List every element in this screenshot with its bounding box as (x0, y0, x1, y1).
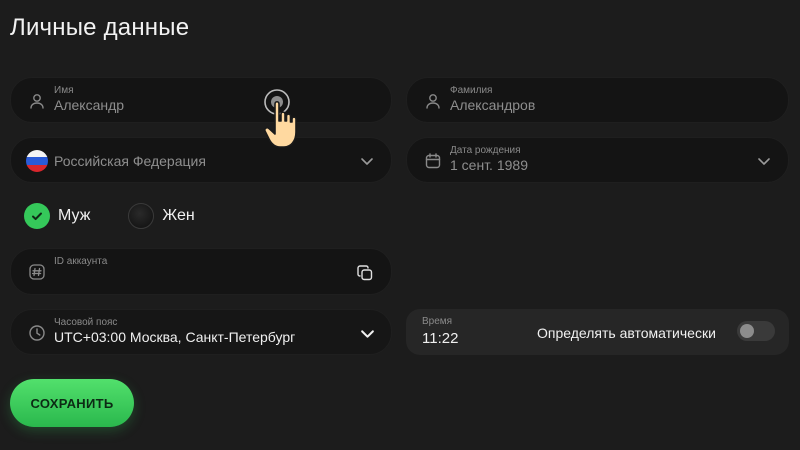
auto-detect-label: Определять автоматически (537, 325, 716, 341)
user-icon (27, 91, 47, 111)
time-value: 11:22 (422, 330, 459, 347)
country-select[interactable]: Российская Федерация (10, 137, 392, 183)
chevron-down-icon[interactable] (357, 151, 377, 171)
user-icon (423, 91, 443, 111)
copy-icon[interactable] (355, 263, 375, 283)
timezone-label: Часовой пояс (54, 317, 118, 328)
birth-date-label: Дата рождения (450, 145, 521, 156)
time-panel: Время 11:22 Определять автоматически (406, 309, 789, 355)
last-name-label: Фамилия (450, 85, 493, 96)
timezone-value: UTC+03:00 Москва, Санкт-Петербург (54, 329, 296, 345)
time-label: Время (422, 316, 453, 327)
hand-pointer-icon (258, 88, 318, 158)
first-name-field[interactable]: Имя Александр (10, 77, 392, 123)
toggle-knob (740, 324, 754, 338)
gender-radio-group: Муж Жен (24, 203, 195, 229)
last-name-value: Александров (450, 97, 536, 113)
account-id-label: ID аккаунта (54, 256, 108, 267)
timezone-select[interactable]: Часовой пояс UTC+03:00 Москва, Санкт-Пет… (10, 309, 392, 355)
clock-icon (27, 323, 47, 343)
calendar-icon (423, 151, 443, 171)
account-id-field[interactable]: ID аккаунта (10, 248, 392, 295)
save-button[interactable]: СОХРАНИТЬ (10, 379, 134, 427)
russia-flag-icon (25, 149, 49, 173)
chevron-down-icon[interactable] (357, 323, 377, 343)
gender-male-label: Муж (58, 207, 91, 224)
country-value: Российская Федерация (54, 153, 206, 169)
first-name-value: Александр (54, 97, 125, 113)
auto-detect-toggle[interactable] (737, 321, 775, 341)
birth-date-field[interactable]: Дата рождения 1 сент. 1989 (406, 137, 789, 183)
gender-radio-male[interactable]: Муж (24, 203, 90, 229)
gender-radio-female[interactable]: Жен (128, 203, 195, 229)
hash-icon (27, 262, 47, 282)
radio-empty-icon (128, 203, 155, 229)
last-name-field[interactable]: Фамилия Александров (406, 77, 789, 123)
check-icon (24, 203, 50, 229)
gender-female-label: Жен (162, 207, 195, 224)
chevron-down-icon[interactable] (754, 151, 774, 171)
first-name-label: Имя (54, 85, 74, 96)
page-title: Личные данные (10, 14, 190, 41)
birth-date-value: 1 сент. 1989 (450, 157, 528, 173)
